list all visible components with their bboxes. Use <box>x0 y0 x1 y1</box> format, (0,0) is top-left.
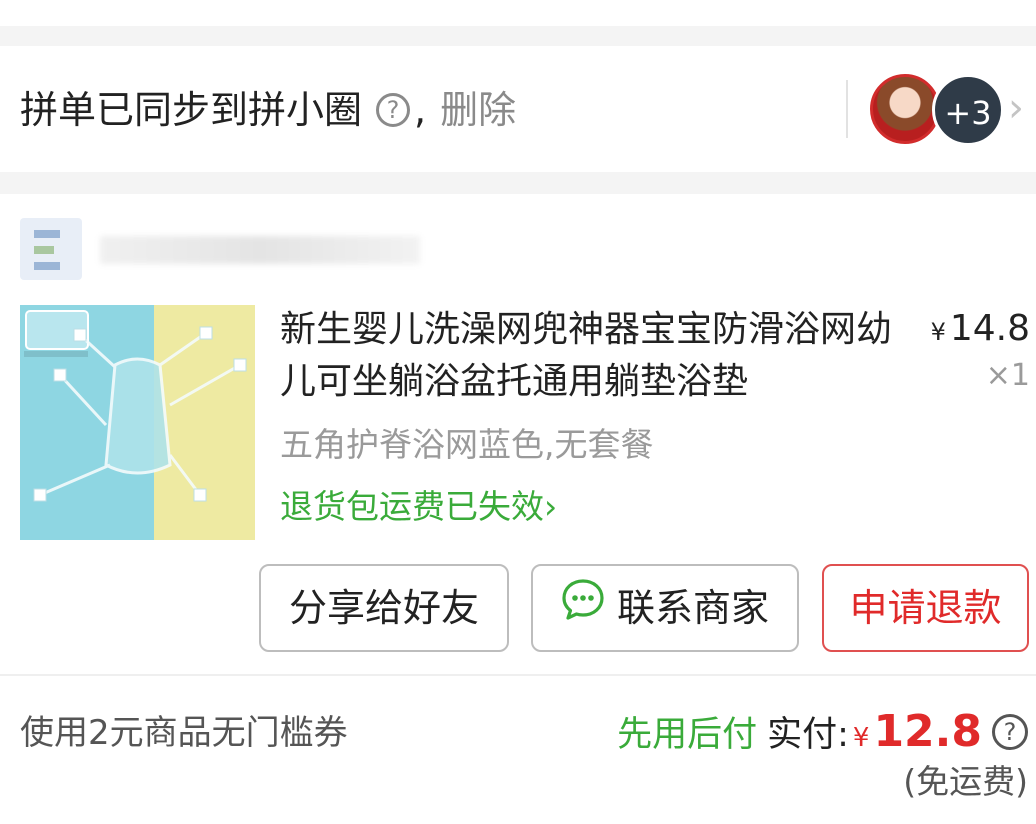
price-value: 14.8 <box>949 308 1030 349</box>
divider <box>0 674 1036 676</box>
pay-later-label[interactable]: 先用后付 <box>617 706 757 757</box>
store-name[interactable] <box>100 236 420 264</box>
sync-divider <box>846 80 848 138</box>
free-shipping-note: (免运费) <box>903 762 1028 801</box>
contact-merchant-label: 联系商家 <box>616 586 769 630</box>
coupon-text: 使用2元商品无门槛券 <box>20 713 348 753</box>
section-gap <box>0 172 1036 194</box>
sync-comma: , <box>414 88 427 132</box>
return-shipping-link[interactable]: 退货包运费已失效› <box>280 484 557 530</box>
product-price: ¥14.8 <box>920 306 1030 355</box>
chevron-right-icon: › <box>544 487 558 526</box>
refund-button[interactable]: 申请退款 <box>822 564 1029 652</box>
store-logo[interactable] <box>20 218 82 280</box>
currency-symbol: ¥ <box>852 723 870 753</box>
product-title[interactable]: 新生婴儿洗澡网兜神器宝宝防滑浴网幼儿可坐躺浴盆托通用躺垫浴垫 <box>280 304 892 408</box>
chevron-right-icon[interactable]: › <box>1008 86 1024 130</box>
paid-amount: 12.8 <box>873 706 982 757</box>
share-button[interactable]: 分享给好友 <box>259 564 509 652</box>
product-quantity: ×1 <box>985 358 1030 393</box>
help-icon[interactable]: ? <box>376 93 411 127</box>
currency-symbol: ¥ <box>930 318 946 346</box>
paid-label: 实付: <box>767 715 849 755</box>
avatar[interactable] <box>870 74 940 144</box>
sync-text: 拼单已同步到拼小圈 <box>20 88 363 132</box>
contact-merchant-button[interactable]: 联系商家 <box>531 564 799 652</box>
sync-message: 拼单已同步到拼小圈 ? , 删除 <box>20 86 516 134</box>
delete-link[interactable]: 删除 <box>440 86 516 134</box>
chat-bubble-icon <box>561 566 605 650</box>
product-image[interactable] <box>20 305 255 540</box>
bath-net-illustration <box>24 310 247 502</box>
payment-summary: 先用后付 实付: ¥ 12.8 ? <box>617 706 1028 757</box>
top-strip <box>0 0 1036 26</box>
sync-bar[interactable]: 拼单已同步到拼小圈 ? , 删除 +3 › <box>0 46 1036 172</box>
help-icon[interactable]: ? <box>992 713 1028 750</box>
more-members-badge[interactable]: +3 <box>932 74 1004 146</box>
product-spec: 五角护脊浴网蓝色,无套餐 <box>280 425 654 464</box>
return-shipping-status: 退货包运费已失效 <box>280 487 544 526</box>
section-gap <box>0 26 1036 46</box>
